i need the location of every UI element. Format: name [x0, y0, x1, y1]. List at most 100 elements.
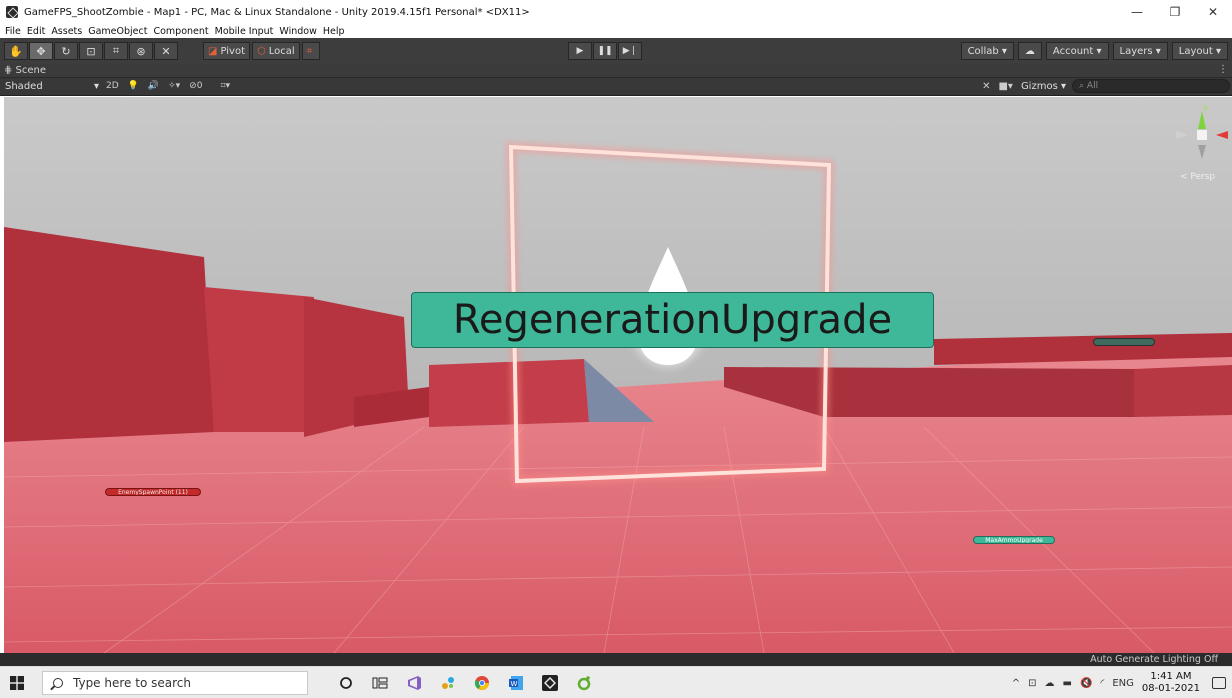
draw-mode-dropdown[interactable]: Shaded ▾	[2, 79, 102, 94]
layers-dropdown[interactable]: Layers ▾	[1112, 42, 1168, 60]
unity-app-icon	[6, 6, 18, 18]
main-toolbar: ✋ ✥ ↻ ⊡ ⌗ ⊛ ✕ ◪ Pivot ⬡ Local ⌗ ▶ ❚❚ ▶❘ Co…	[0, 38, 1232, 64]
scene-view-options: 2D 💡 🔊 ✧▾ ⊘0 ⌗▾	[106, 79, 239, 94]
pivot-toggle[interactable]: ◪ Pivot	[203, 42, 250, 60]
windows-start-icon[interactable]	[10, 676, 24, 690]
scene-object-label[interactable]	[1093, 338, 1155, 346]
window-title: GameFPS_ShootZombie - Map1 - PC, Mac & L…	[24, 6, 530, 18]
status-bar: Auto Generate Lighting Off	[0, 653, 1232, 666]
orientation-gizmo[interactable]: y	[1168, 101, 1232, 181]
draw-mode-label: Shaded	[5, 81, 43, 92]
tab-menu-icon[interactable]: ⋮	[1218, 64, 1228, 75]
gizmos-label: Gizmos	[1020, 80, 1058, 92]
move-tool-icon[interactable]: ✥	[29, 42, 53, 60]
chevron-up-icon[interactable]: ^	[1012, 678, 1020, 689]
transform-tools: ✋ ✥ ↻ ⊡ ⌗ ⊛ ✕	[4, 42, 179, 60]
custom-tool-icon[interactable]: ✕	[154, 42, 178, 60]
mode-2d-toggle[interactable]: 2D	[106, 79, 119, 94]
cloud-tray-icon[interactable]: ☁	[1045, 678, 1055, 689]
grid-snap-button[interactable]: ⌗	[301, 42, 321, 60]
volume-muted-icon[interactable]: 🔇	[1080, 678, 1092, 689]
regeneration-upgrade-label[interactable]: RegenerationUpgrade	[411, 292, 934, 348]
paint-app-icon[interactable]	[432, 671, 464, 695]
cloud-icon[interactable]: ☁	[1017, 42, 1042, 60]
audio-icon[interactable]: 🔊	[148, 79, 159, 94]
notification-icon[interactable]	[1212, 677, 1226, 689]
gizmos-dropdown[interactable]: Gizmos ▾	[1021, 81, 1066, 92]
gizmo-neg-x-axis	[1176, 131, 1188, 139]
effects-icon[interactable]: ✧▾	[168, 79, 180, 94]
chevron-down-icon: ▾	[93, 81, 99, 92]
chrome-icon[interactable]	[466, 671, 498, 695]
word-icon[interactable]: W	[500, 671, 532, 695]
layout-dropdown[interactable]: Layout ▾	[1171, 42, 1228, 60]
scale-tool-icon[interactable]: ⊡	[79, 42, 103, 60]
scene-viewport[interactable]: RegenerationUpgrade EnemySpawnPoint (11)…	[4, 97, 1232, 653]
battery-icon[interactable]: ▬	[1063, 678, 1072, 689]
taskbar-clock[interactable]: 1:41 AM 08-01-2021	[1142, 671, 1200, 695]
hidden-objects-toggle[interactable]: ⊘0	[189, 79, 211, 94]
grid-icon[interactable]: ⌗▾	[220, 79, 230, 94]
wall-left-1	[4, 227, 214, 442]
menu-file[interactable]: File	[5, 26, 21, 37]
menu-component[interactable]: Component	[153, 26, 208, 37]
menu-bar: File Edit Assets GameObject Component Mo…	[0, 24, 1232, 38]
wall-left-2	[204, 287, 314, 432]
pivot-icon: ◪	[208, 45, 218, 57]
gizmo-y-label: y	[1203, 103, 1208, 112]
toolbar-right: Collab ▾ ☁ Account ▾ Layers ▾ Layout ▾	[957, 42, 1228, 60]
camera-icon[interactable]: ■▾	[998, 81, 1012, 92]
hand-tool-icon[interactable]: ✋	[4, 42, 28, 60]
local-label: Local	[268, 45, 295, 57]
taskbar-search-input[interactable]: Type here to search	[42, 671, 308, 695]
persp-label[interactable]: < Persp	[1180, 172, 1215, 182]
scene-controls-bar: Shaded ▾ 2D 💡 🔊 ✧▾ ⊘0 ⌗▾ ✕ ■▾ Gizmos ▾ ⌕…	[0, 78, 1232, 96]
wifi-icon[interactable]: ◜	[1100, 678, 1104, 689]
menu-help[interactable]: Help	[323, 26, 345, 37]
block-center	[429, 359, 589, 427]
play-button[interactable]: ▶	[568, 42, 592, 60]
svg-text:W: W	[511, 680, 518, 688]
scene-render	[4, 97, 1232, 653]
scene-controls-right: ✕ ■▾ Gizmos ▾ ⌕ All	[982, 79, 1230, 93]
windows-taskbar: Type here to search W ^ ⊡ ☁ ▬ 🔇 ◜ ENG 1:…	[0, 666, 1232, 698]
account-dropdown[interactable]: Account ▾	[1045, 42, 1109, 60]
grid-snap-icon: ⌗	[306, 45, 313, 57]
menu-window[interactable]: Window	[279, 26, 316, 37]
tray-app-icon[interactable]: ⊡	[1028, 678, 1036, 689]
step-button[interactable]: ▶❘	[618, 42, 642, 60]
gizmo-y-axis	[1198, 111, 1206, 129]
taskbar-apps: W	[330, 671, 602, 695]
scene-tab-bar: ⋕ Scene ⋮	[0, 64, 1232, 78]
rotate-tool-icon[interactable]: ↻	[54, 42, 78, 60]
pivot-label: Pivot	[220, 45, 245, 57]
max-ammo-upgrade-label[interactable]: MaxAmmoUpgrade	[973, 536, 1055, 544]
rect-tool-icon[interactable]: ⌗	[104, 42, 128, 60]
play-controls: ▶ ❚❚ ▶❘	[568, 42, 643, 60]
other-app-icon[interactable]	[568, 671, 600, 695]
pause-button[interactable]: ❚❚	[593, 42, 617, 60]
maximize-button[interactable]: ❐	[1156, 0, 1194, 24]
unity-taskbar-icon[interactable]	[534, 671, 566, 695]
lighting-icon[interactable]: 💡	[128, 79, 139, 94]
collab-button[interactable]: Collab ▾	[960, 42, 1014, 60]
close-button[interactable]: ✕	[1194, 0, 1232, 24]
window-titlebar: GameFPS_ShootZombie - Map1 - PC, Mac & L…	[0, 0, 1232, 24]
cortana-icon[interactable]	[330, 671, 362, 695]
local-toggle[interactable]: ⬡ Local	[252, 42, 300, 60]
system-tray: ^ ⊡ ☁ ▬ 🔇 ◜ ENG 1:41 AM 08-01-2021	[1012, 667, 1226, 698]
scene-search-input[interactable]: ⌕ All	[1072, 79, 1230, 93]
language-indicator[interactable]: ENG	[1112, 678, 1134, 689]
tab-scene[interactable]: ⋕ Scene	[4, 65, 46, 76]
menu-gameobject[interactable]: GameObject	[88, 26, 147, 37]
task-view-icon[interactable]	[364, 671, 396, 695]
hidden-count: 0	[196, 81, 203, 91]
visual-studio-icon[interactable]	[398, 671, 430, 695]
menu-edit[interactable]: Edit	[27, 26, 45, 37]
minimize-button[interactable]: —	[1118, 0, 1156, 24]
transform-tool-icon[interactable]: ⊛	[129, 42, 153, 60]
menu-mobile-input[interactable]: Mobile Input	[215, 26, 274, 37]
enemy-spawn-point-label[interactable]: EnemySpawnPoint (11)	[105, 488, 201, 496]
tools-icon[interactable]: ✕	[982, 81, 990, 92]
menu-assets[interactable]: Assets	[51, 26, 82, 37]
